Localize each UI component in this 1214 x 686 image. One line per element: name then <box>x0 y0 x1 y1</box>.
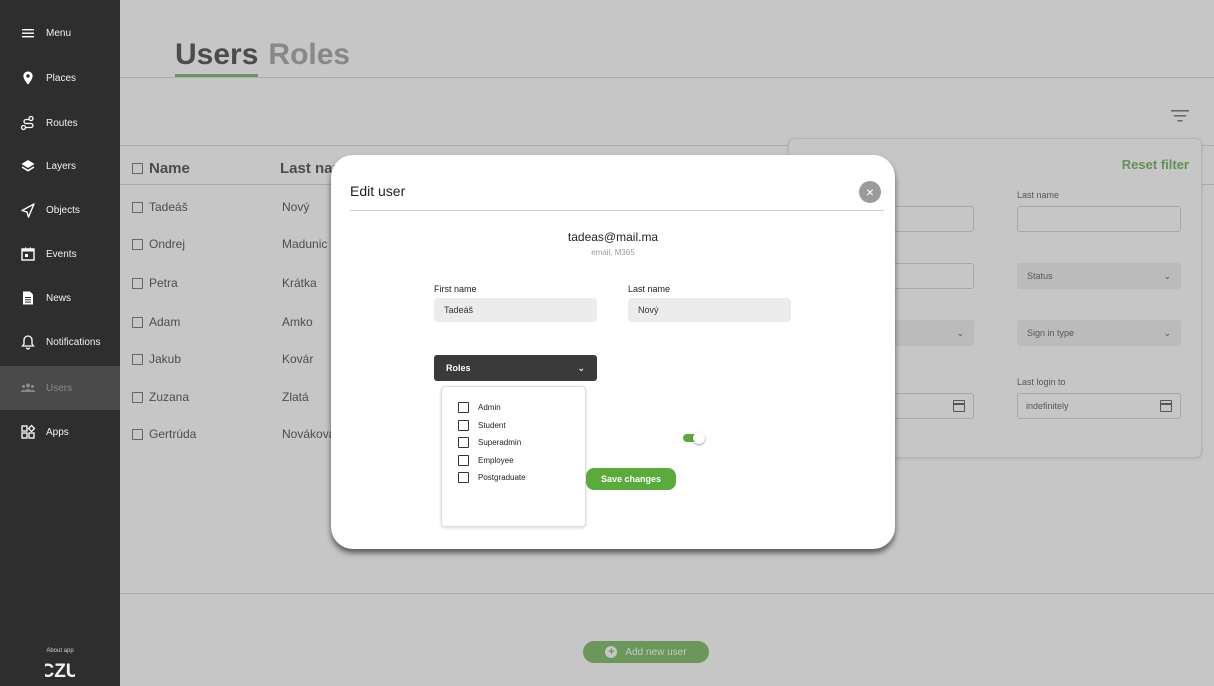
save-changes-button[interactable]: Save changes <box>586 468 676 490</box>
sidebar: Menu Places Routes Layers Objects Events <box>0 0 120 686</box>
sidebar-item-label: Places <box>46 72 77 84</box>
modal-divider <box>350 210 884 211</box>
sidebar-item-label: Events <box>46 248 77 260</box>
sidebar-item-users[interactable]: Users <box>0 366 120 410</box>
sidebar-item-objects[interactable]: Objects <box>0 188 120 232</box>
sidebar-item-label: Routes <box>46 117 78 129</box>
role-checkbox[interactable] <box>458 402 469 414</box>
sidebar-item-menu[interactable]: Menu <box>0 13 120 53</box>
czu-logo: CZU <box>45 661 75 680</box>
layers-icon <box>20 158 36 174</box>
document-icon <box>20 290 36 306</box>
sidebar-item-label: Users <box>46 382 73 394</box>
sidebar-item-label: Apps <box>46 426 69 438</box>
toggle-knob <box>693 432 705 444</box>
role-option-student[interactable]: Student <box>442 417 585 435</box>
sidebar-item-label: News <box>46 292 72 304</box>
last-name-field[interactable]: Nový <box>628 298 791 322</box>
last-name-label: Last name <box>628 284 671 294</box>
sidebar-item-routes[interactable]: Routes <box>0 101 120 145</box>
first-name-field[interactable]: Tadeáš <box>434 298 597 322</box>
sidebar-item-events[interactable]: Events <box>0 232 120 276</box>
sidebar-item-places[interactable]: Places <box>0 56 120 100</box>
hamburger-icon <box>20 25 36 41</box>
role-option-postgraduate[interactable]: Postgraduate <box>442 469 585 487</box>
close-icon: × <box>865 184 875 200</box>
sidebar-item-label: Notifications <box>46 336 101 348</box>
user-email-subtitle: email, M365 <box>591 248 635 257</box>
apps-icon <box>20 424 36 440</box>
edit-user-modal: Edit user × tadeas@mail.ma email, M365 F… <box>331 155 895 549</box>
map-pin-icon <box>20 70 36 86</box>
role-checkbox[interactable] <box>458 454 469 466</box>
bell-icon <box>20 334 36 350</box>
chevron-down-icon: ⌄ <box>577 362 585 373</box>
active-toggle[interactable] <box>683 432 705 444</box>
sidebar-item-label: Menu <box>46 27 72 39</box>
role-option-admin[interactable]: Admin <box>442 399 585 417</box>
role-option-superadmin[interactable]: Superadmin <box>442 434 585 452</box>
route-icon <box>20 115 36 131</box>
about-app-link[interactable]: About app <box>0 648 120 654</box>
roles-dropdown[interactable]: Roles ⌄ <box>434 355 597 381</box>
calendar-icon <box>20 246 36 262</box>
sidebar-item-label: Objects <box>46 204 80 216</box>
role-checkbox[interactable] <box>458 419 469 431</box>
cursor-icon <box>20 202 36 218</box>
svg-text:CZU: CZU <box>45 661 75 680</box>
sidebar-item-news[interactable]: News <box>0 276 120 320</box>
role-option-employee[interactable]: Employee <box>442 452 585 470</box>
sidebar-item-apps[interactable]: Apps <box>0 410 120 454</box>
close-button[interactable]: × <box>859 181 881 203</box>
users-icon <box>20 380 36 396</box>
sidebar-item-label: Layers <box>46 160 77 172</box>
modal-title: Edit user <box>350 183 406 199</box>
role-checkbox[interactable] <box>458 437 469 449</box>
sidebar-item-layers[interactable]: Layers <box>0 144 120 188</box>
roles-list: Admin Student Superadmin Employee Postgr… <box>441 386 586 527</box>
user-email: tadeas@mail.ma <box>567 230 659 244</box>
role-checkbox[interactable] <box>458 472 469 484</box>
first-name-label: First name <box>434 284 477 294</box>
sidebar-item-notifications[interactable]: Notifications <box>0 320 120 364</box>
